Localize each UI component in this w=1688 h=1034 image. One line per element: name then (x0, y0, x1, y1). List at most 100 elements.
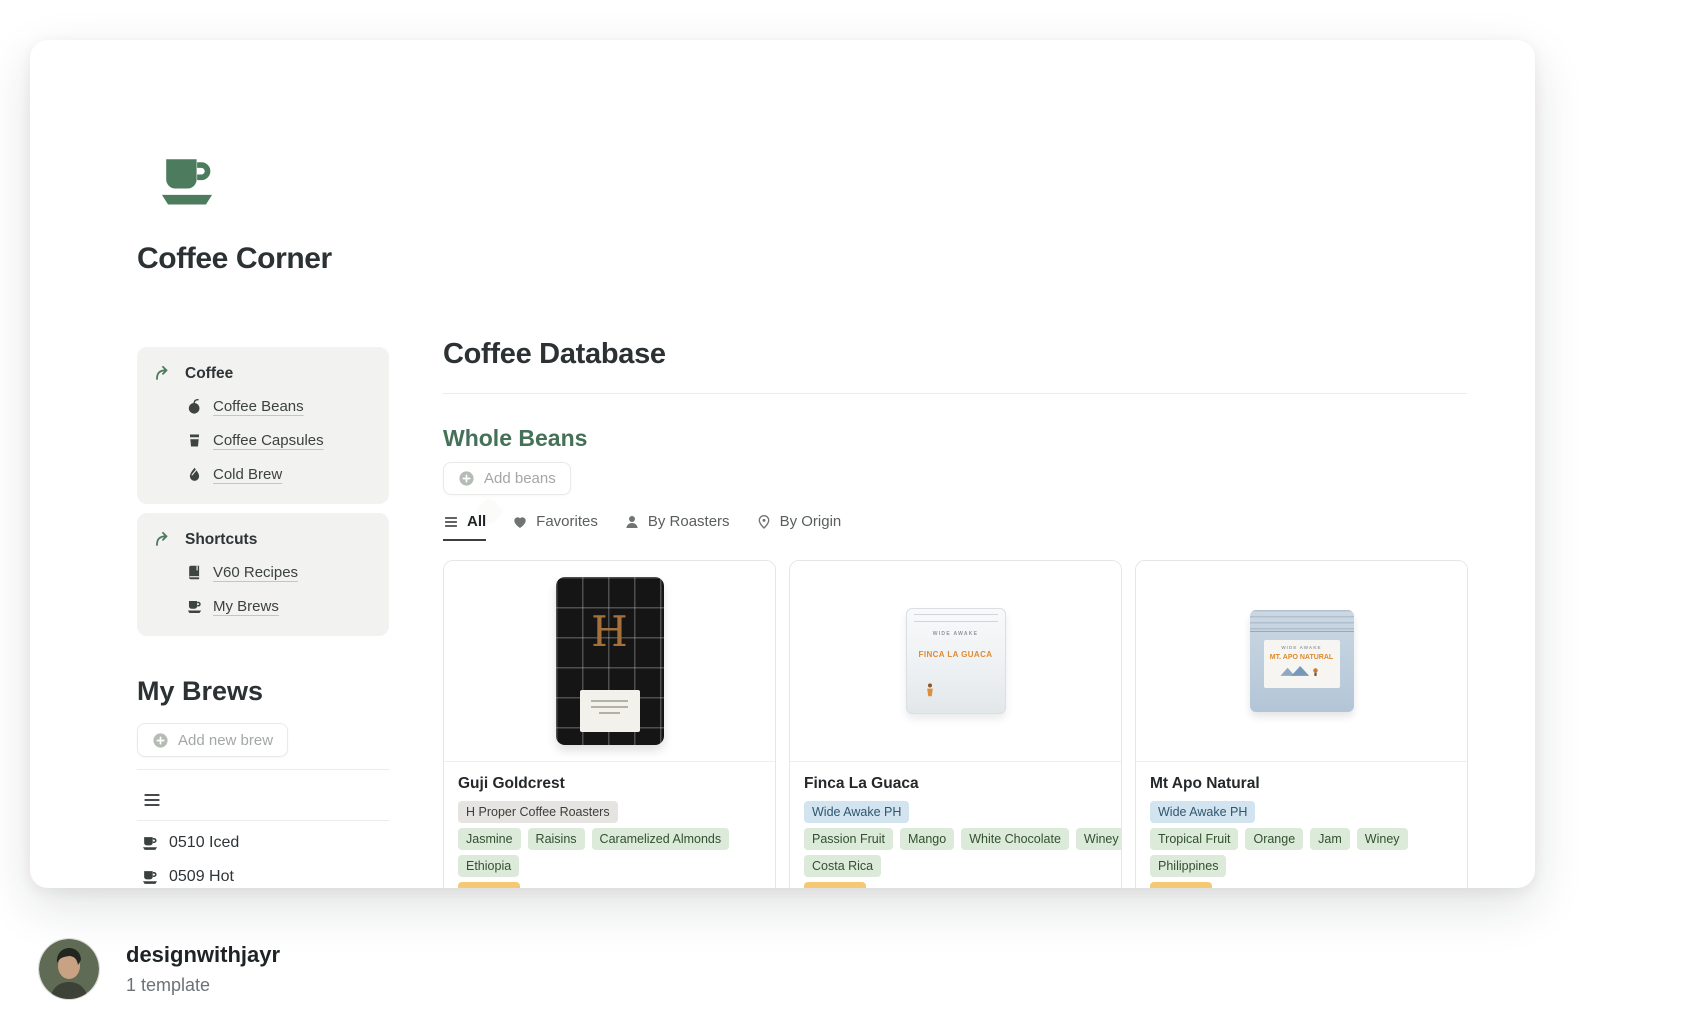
brew-entry-0509-hot[interactable]: 0509 Hot (141, 866, 239, 888)
author-name: designwithjayr (126, 942, 280, 968)
sidebar-item-my-brews[interactable]: My Brews (186, 595, 373, 617)
list-icon (443, 514, 459, 530)
roaster-tag: H Proper Coffee Roasters (458, 801, 618, 823)
person-icon (624, 514, 640, 530)
section-heading: Coffee (185, 365, 233, 383)
divider (137, 769, 389, 770)
flavor-tag: Raisins (528, 828, 585, 850)
origin-tag: Philippines (1150, 855, 1226, 877)
coffee-cup-icon (141, 868, 159, 886)
bag-name-text: FINCA LA GUACA (907, 650, 1005, 659)
flavor-tag: White Chocolate (961, 828, 1069, 850)
card-image-area: WIDE AWAKE FINCA LA GUACA (790, 561, 1121, 762)
divider (137, 820, 389, 821)
flavor-tag: Winey (1357, 828, 1408, 850)
sidebar-item-label: V60 Recipes (213, 564, 298, 581)
sidebar-section-coffee: Coffee Coffee Beans Coffee Capsules Cold Br… (137, 347, 389, 504)
divider (443, 393, 1467, 394)
card-title: Finca La Guaca (804, 775, 1107, 793)
add-beans-button[interactable]: Add beans (443, 462, 571, 495)
origin-tag: Costa Rica (804, 855, 881, 877)
flavor-tag: Tropical Fruit (1150, 828, 1238, 850)
tab-favorites[interactable]: Favorites (512, 513, 598, 541)
card-title: Mt Apo Natural (1150, 775, 1453, 793)
sidebar-item-v60-recipes[interactable]: V60 Recipes (186, 561, 373, 583)
brew-entry-label: 0509 Hot (169, 868, 234, 886)
coffee-cup-icon (155, 148, 219, 212)
bean-card-mt-apo-natural[interactable]: WIDE AWAKE MT. APO NATURAL Mt Apo Natural W… (1135, 560, 1468, 888)
coffee-cup-icon (186, 598, 203, 615)
tab-label: By Origin (780, 513, 842, 530)
sidebar-item-coffee-beans[interactable]: Coffee Beans (186, 395, 373, 417)
whole-beans-heading: Whole Beans (443, 425, 587, 452)
coffee-capsule-icon (186, 432, 203, 449)
card-image-area: H (444, 561, 775, 762)
sidebar-item-cold-brew[interactable]: Cold Brew (186, 463, 373, 485)
tab-by-origin[interactable]: By Origin (756, 513, 842, 541)
heart-icon (512, 514, 528, 530)
arrow-curve-right-icon (153, 530, 172, 549)
bean-card-finca-la-guaca[interactable]: WIDE AWAKE FINCA LA GUACA Finca La Guaca Wi… (789, 560, 1122, 888)
sidebar-item-label: Coffee Capsules (213, 432, 324, 449)
sidebar-item-label: Coffee Beans (213, 398, 304, 415)
bag-illustration (1266, 664, 1338, 677)
product-bag: WIDE AWAKE FINCA LA GUACA (906, 608, 1006, 714)
my-brews-heading: My Brews (137, 676, 263, 707)
flavor-tag: Caramelized Almonds (592, 828, 730, 850)
flavor-tag: Winey (1076, 828, 1122, 850)
arrow-curve-right-icon (153, 364, 172, 383)
pin-icon (756, 514, 772, 530)
brew-list: 0510 Iced 0509 Hot (141, 832, 239, 888)
sidebar-section-list: Coffee Coffee Beans Coffee Capsules Cold Br… (137, 347, 389, 636)
clipped-tag (1150, 882, 1212, 888)
brew-entry-label: 0510 Iced (169, 834, 239, 852)
clipped-tag (458, 882, 520, 888)
add-new-brew-button[interactable]: Add new brew (137, 723, 288, 757)
cold-brew-icon (186, 466, 203, 483)
plus-circle-icon (152, 732, 169, 749)
template-count: 1 template (126, 975, 280, 996)
flavor-tag: Jam (1310, 828, 1350, 850)
bag-label (580, 690, 640, 732)
book-icon (186, 564, 203, 581)
coffee-cup-icon (141, 834, 159, 852)
flavor-tag: Orange (1245, 828, 1303, 850)
sidebar-item-label: Cold Brew (213, 466, 282, 483)
add-new-brew-label: Add new brew (178, 732, 273, 749)
clipped-tag (804, 882, 866, 888)
page-title: Coffee Corner (137, 242, 332, 276)
tab-label: By Roasters (648, 513, 730, 530)
tab-by-roasters[interactable]: By Roasters (624, 513, 730, 541)
plus-circle-icon (458, 470, 475, 487)
card-image-area: WIDE AWAKE MT. APO NATURAL (1136, 561, 1467, 762)
bag-brand-text: WIDE AWAKE (1266, 645, 1338, 650)
avatar (38, 938, 100, 1000)
bag-illustration (925, 683, 935, 697)
tab-label: All (467, 513, 486, 530)
template-preview-panel: Coffee Corner Coffee Coffee Beans Coffee C… (30, 40, 1535, 888)
flavor-tag: Jasmine (458, 828, 521, 850)
sidebar-item-label: My Brews (213, 598, 279, 615)
author-profile[interactable]: designwithjayr 1 template (38, 938, 280, 1000)
sidebar-item-coffee-capsules[interactable]: Coffee Capsules (186, 429, 373, 451)
bag-brand-text: WIDE AWAKE (907, 631, 1005, 637)
sidebar-section-shortcuts: Shortcuts V60 Recipes My Brews (137, 513, 389, 636)
database-title: Coffee Database (443, 338, 666, 371)
bag-letter: H (556, 607, 664, 656)
flavor-tag: Mango (900, 828, 954, 850)
brew-entry-0510-iced[interactable]: 0510 Iced (141, 832, 239, 854)
bag-name-text: MT. APO NATURAL (1266, 653, 1338, 662)
flavor-tag: Passion Fruit (804, 828, 893, 850)
list-view-icon (142, 790, 162, 810)
section-heading: Shortcuts (185, 531, 257, 549)
roaster-tag: Wide Awake PH (1150, 801, 1255, 823)
coffee-bean-icon (186, 398, 203, 415)
product-bag: WIDE AWAKE MT. APO NATURAL (1250, 610, 1354, 712)
tab-all[interactable]: All (443, 513, 486, 541)
tab-label: Favorites (536, 513, 598, 530)
origin-tag: Ethiopia (458, 855, 519, 877)
card-title: Guji Goldcrest (458, 775, 761, 793)
card-grid: H Guji Goldcrest H Proper Coffee Roasters J… (443, 560, 1468, 888)
bean-card-guji-goldcrest[interactable]: H Guji Goldcrest H Proper Coffee Roasters J… (443, 560, 776, 888)
roaster-tag: Wide Awake PH (804, 801, 909, 823)
